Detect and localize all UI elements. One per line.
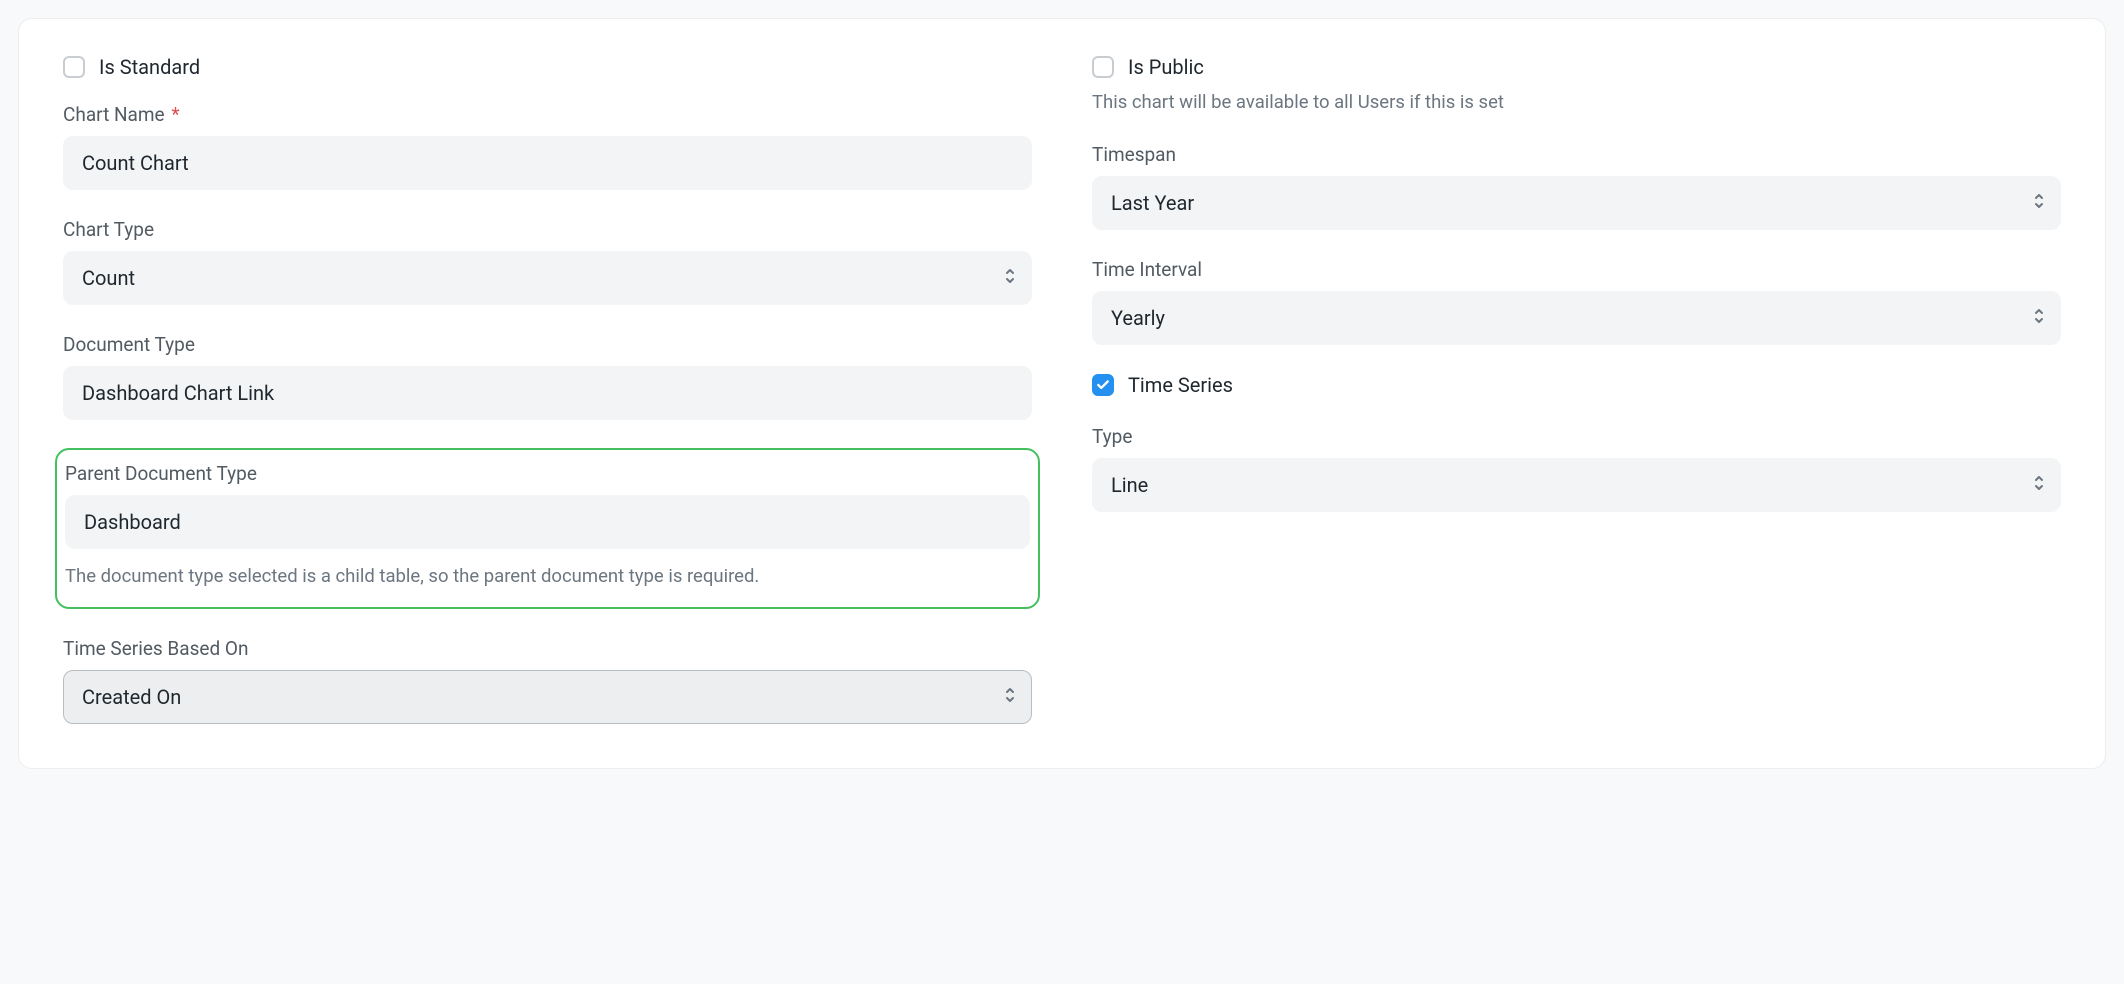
is-standard-checkbox[interactable] — [63, 56, 85, 78]
is-public-label: Is Public — [1128, 55, 1204, 79]
time-series-based-on-field: Time Series Based On Created On — [63, 637, 1032, 724]
is-public-row: Is Public — [1092, 55, 2061, 79]
type-field: Type Line — [1092, 425, 2061, 512]
time-series-label: Time Series — [1128, 373, 1233, 397]
chart-name-label: Chart Name * — [63, 103, 1032, 126]
required-asterisk: * — [171, 103, 179, 126]
time-series-checkbox[interactable] — [1092, 374, 1114, 396]
type-label: Type — [1092, 425, 2061, 448]
timespan-field: Timespan Last Year — [1092, 143, 2061, 230]
right-column: Is Public This chart will be available t… — [1092, 55, 2061, 724]
is-public-checkbox[interactable] — [1092, 56, 1114, 78]
time-interval-select[interactable]: Yearly — [1092, 291, 2061, 345]
parent-document-type-highlight: Parent Document Type Dashboard The docum… — [55, 448, 1040, 609]
is-public-group: Is Public This chart will be available t… — [1092, 55, 2061, 117]
timespan-label: Timespan — [1092, 143, 2061, 166]
parent-document-type-input[interactable]: Dashboard — [65, 495, 1030, 549]
parent-document-type-help: The document type selected is a child ta… — [61, 563, 1034, 591]
time-interval-label: Time Interval — [1092, 258, 2061, 281]
time-interval-field: Time Interval Yearly — [1092, 258, 2061, 345]
is-standard-label: Is Standard — [99, 55, 200, 79]
is-public-help: This chart will be available to all User… — [1092, 89, 2061, 117]
document-type-input[interactable]: Dashboard Chart Link — [63, 366, 1032, 420]
chart-type-field: Chart Type Count — [63, 218, 1032, 305]
chart-type-label: Chart Type — [63, 218, 1032, 241]
timespan-select[interactable]: Last Year — [1092, 176, 2061, 230]
time-series-row: Time Series — [1092, 373, 2061, 397]
chart-name-field: Chart Name * Count Chart — [63, 103, 1032, 190]
chart-type-select[interactable]: Count — [63, 251, 1032, 305]
chart-name-input[interactable]: Count Chart — [63, 136, 1032, 190]
document-type-field: Document Type Dashboard Chart Link — [63, 333, 1032, 420]
document-type-label: Document Type — [63, 333, 1032, 356]
left-column: Is Standard Chart Name * Count Chart Cha… — [63, 55, 1032, 724]
type-select[interactable]: Line — [1092, 458, 2061, 512]
time-series-based-on-select[interactable]: Created On — [63, 670, 1032, 724]
form-card: Is Standard Chart Name * Count Chart Cha… — [18, 18, 2106, 769]
parent-document-type-label: Parent Document Type — [61, 462, 1034, 485]
time-series-based-on-label: Time Series Based On — [63, 637, 1032, 660]
is-standard-row: Is Standard — [63, 55, 1032, 79]
